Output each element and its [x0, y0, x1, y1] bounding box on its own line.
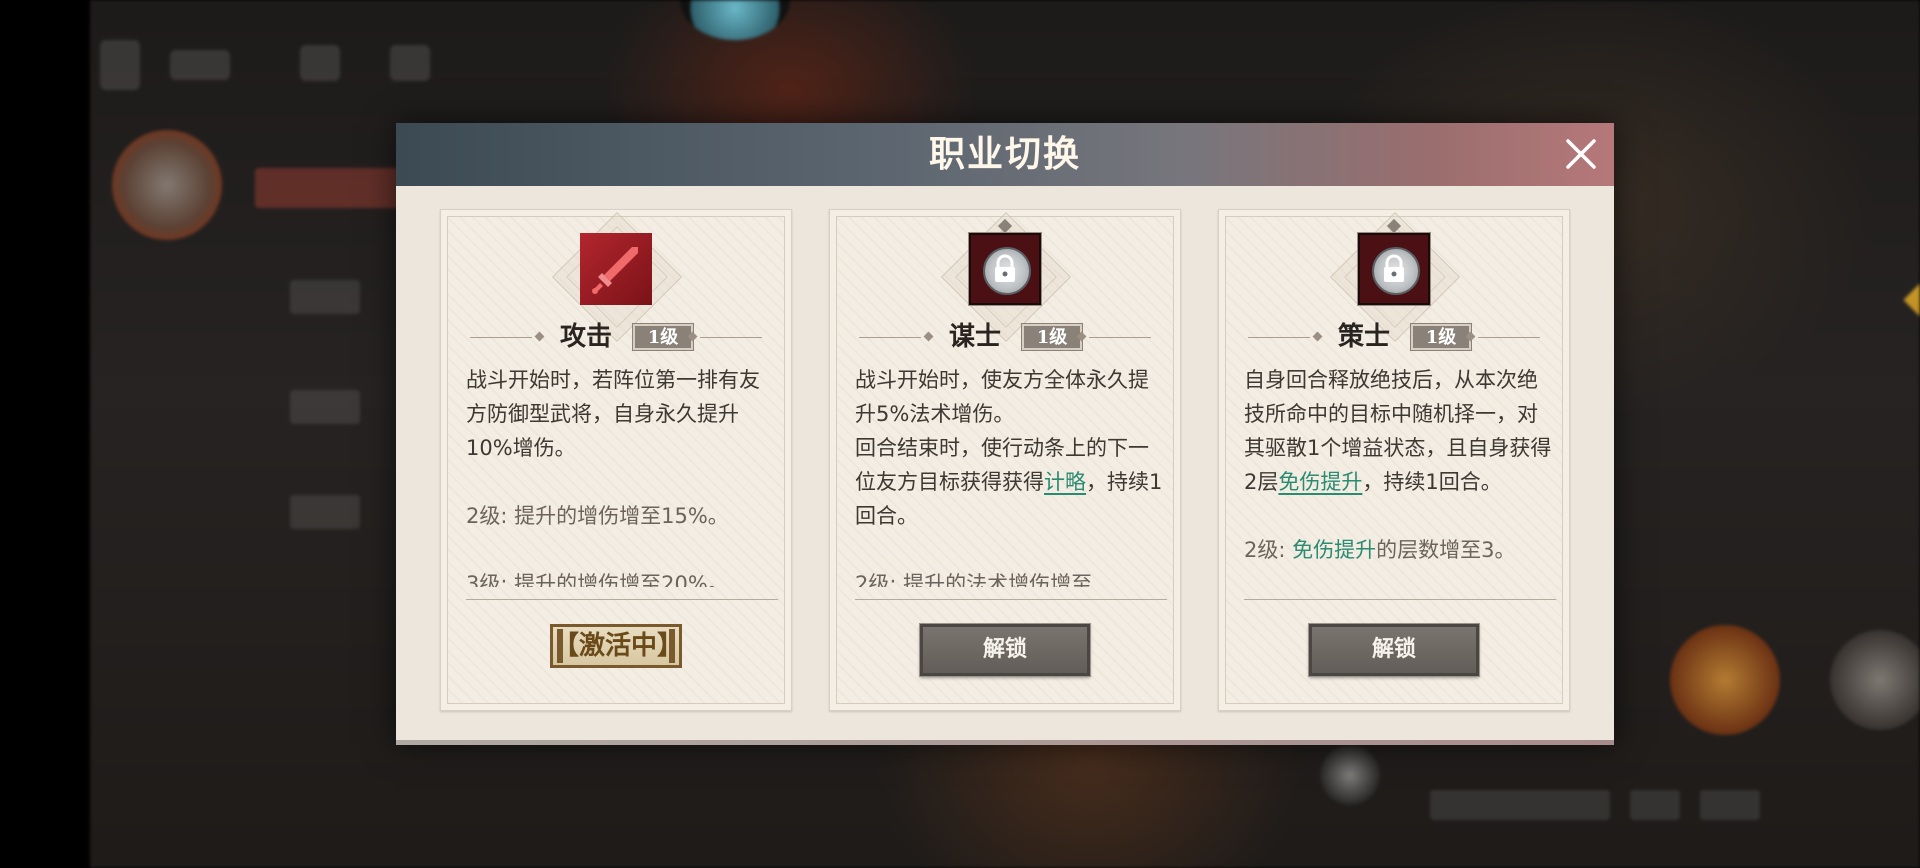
class-name: 谋士: [949, 322, 1002, 352]
desc-line: 战斗开始时，若阵位第一排有友方防御型武将，自身永久提升10%增伤。: [466, 368, 760, 460]
bottom-control: [1430, 790, 1610, 820]
divider: [859, 337, 921, 338]
close-button[interactable]: [1558, 131, 1604, 177]
divider-ornament: [923, 331, 934, 342]
desc-level-3: 3级: 提升的增伤增至20%。: [466, 572, 729, 587]
divider: [1089, 337, 1151, 338]
divider: [855, 599, 1167, 600]
class-card-attack[interactable]: 攻击 1级 战斗开始时，若阵位第一排有友方防御型武将，自身永久提升10%增伤。 …: [440, 209, 792, 711]
bottom-control: [1630, 790, 1680, 820]
desc-line: 回合结束时，使行动条上的下一位友方目标获得获得计略，持续1回合。: [855, 436, 1163, 528]
back-arrow-icon: [100, 40, 140, 90]
divider: [466, 599, 778, 600]
back-label: [170, 50, 230, 80]
side-tab: [290, 390, 360, 424]
desc-line: 自身回合释放绝技后，从本次绝技所命中的目标中随机择一，对其驱散1个增益状态，且自…: [1244, 368, 1552, 494]
divider: [1244, 599, 1556, 600]
class-description: 战斗开始时，使友方全体永久提升5%法术增伤。 回合结束时，使行动条上的下一位友方…: [855, 363, 1165, 587]
top-mascot-icon: [680, 0, 790, 40]
card-frame: 谋士 1级 战斗开始时，使友方全体永久提升5%法术增伤。 回合结束时，使行动条上…: [836, 211, 1174, 704]
side-tab: [290, 495, 360, 529]
hero-avatar: [112, 130, 222, 240]
desc-level-2: 2级: 提升的法术增伤增至: [855, 572, 1093, 587]
dialog-title: 职业切换: [928, 133, 1081, 175]
skill-orb-icon: [1670, 625, 1780, 735]
home-icon: [300, 45, 340, 81]
small-orb-icon: [1320, 745, 1380, 805]
level-badge: 1级: [1410, 323, 1472, 351]
card-frame: 策士 1级 自身回合释放绝技后，从本次绝技所命中的目标中随机择一，对其驱散1个增…: [1225, 211, 1563, 704]
divider: [700, 337, 762, 338]
class-name: 攻击: [560, 322, 613, 352]
unlock-button[interactable]: 解锁: [919, 623, 1091, 677]
keyword-link[interactable]: 免伤提升: [1278, 470, 1362, 494]
menu-icon: [390, 45, 430, 81]
divider: [1478, 337, 1540, 338]
level-badge: 1级: [632, 323, 694, 351]
card-title-row: 攻击 1级: [448, 317, 784, 357]
class-description: 自身回合释放绝技后，从本次绝技所命中的目标中随机择一，对其驱散1个增益状态，且自…: [1244, 363, 1554, 587]
class-switch-dialog: 职业切换 攻击 1级 战斗开始时，若阵位第一排有友方防御型武将，自身永久提升10…: [396, 123, 1614, 745]
active-status-badge: 【激活中】: [550, 624, 683, 668]
divider-ornament: [534, 331, 545, 342]
close-icon: [1566, 139, 1596, 169]
divider: [1248, 337, 1310, 338]
desc-line: 战斗开始时，使友方全体永久提升5%法术增伤。: [855, 368, 1149, 426]
lock-icon: [1358, 233, 1430, 305]
gold-diamond-icon: [1903, 243, 1920, 357]
skill-orb-icon: [1830, 630, 1920, 730]
class-description: 战斗开始时，若阵位第一排有友方防御型武将，自身永久提升10%增伤。 2级: 提升…: [466, 363, 776, 587]
class-card-tactician[interactable]: 策士 1级 自身回合释放绝技后，从本次绝技所命中的目标中随机择一，对其驱散1个增…: [1218, 209, 1570, 711]
side-tab: [290, 280, 360, 314]
desc-level-2: 2级: 免伤提升的层数增至3。: [1244, 538, 1516, 562]
class-name: 策士: [1338, 322, 1391, 352]
desc-level-2: 2级: 提升的增伤增至15%。: [466, 504, 729, 528]
card-title-row: 谋士 1级: [837, 317, 1173, 357]
class-card-strategist[interactable]: 谋士 1级 战斗开始时，使友方全体永久提升5%法术增伤。 回合结束时，使行动条上…: [829, 209, 1181, 711]
dialog-bottom-bar: [396, 740, 1614, 745]
keyword-link[interactable]: 计略: [1044, 470, 1086, 494]
lock-icon: [969, 233, 1041, 305]
keyword-link[interactable]: 免伤提升: [1292, 538, 1376, 562]
sword-icon: [580, 233, 652, 305]
card-title-row: 策士 1级: [1226, 317, 1562, 357]
bottom-control: [1700, 790, 1760, 820]
divider: [470, 337, 532, 338]
level-badge: 1级: [1021, 323, 1083, 351]
divider-ornament: [1312, 331, 1323, 342]
card-frame: 攻击 1级 战斗开始时，若阵位第一排有友方防御型武将，自身永久提升10%增伤。 …: [447, 211, 785, 704]
unlock-button[interactable]: 解锁: [1308, 623, 1480, 677]
